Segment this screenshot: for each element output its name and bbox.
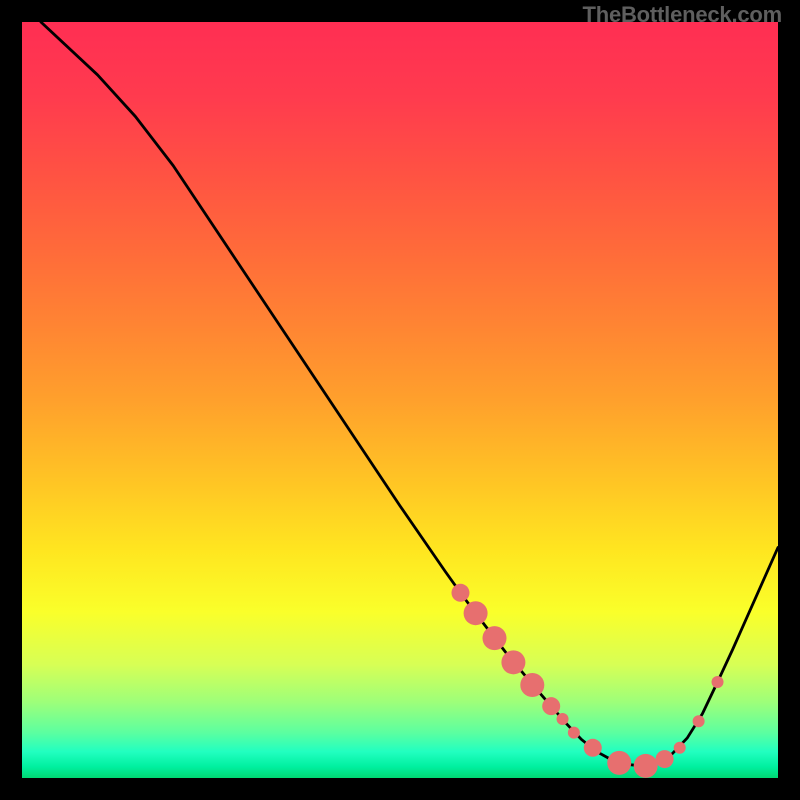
data-marker — [674, 742, 686, 754]
data-marker — [656, 750, 674, 768]
data-marker — [584, 739, 602, 757]
data-marker — [483, 626, 507, 650]
data-marker — [557, 713, 569, 725]
watermark-text: TheBottleneck.com — [582, 2, 782, 28]
data-marker — [693, 715, 705, 727]
data-marker — [464, 601, 488, 625]
chart-container: TheBottleneck.com — [0, 0, 800, 800]
data-marker — [568, 727, 580, 739]
heat-gradient-bg — [22, 22, 778, 778]
plot-area — [22, 22, 778, 778]
data-marker — [501, 650, 525, 674]
data-marker — [451, 584, 469, 602]
chart-svg — [22, 22, 778, 778]
data-marker — [634, 754, 658, 778]
data-marker — [542, 697, 560, 715]
data-marker — [712, 676, 724, 688]
data-marker — [520, 673, 544, 697]
data-marker — [607, 751, 631, 775]
